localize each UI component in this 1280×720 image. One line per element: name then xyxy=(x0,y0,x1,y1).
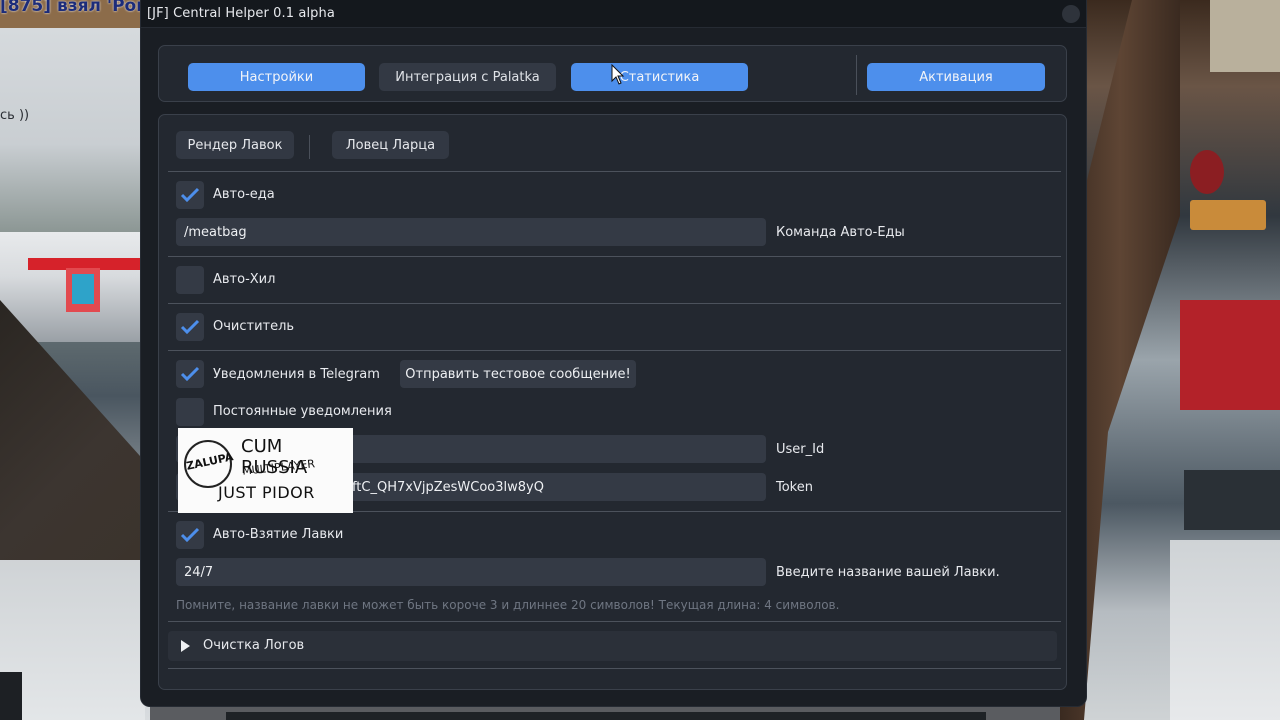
divider xyxy=(168,621,1061,622)
permanent-notifications-checkbox[interactable] xyxy=(176,398,204,426)
subtab-chest-catcher[interactable]: Ловец Ларца xyxy=(332,131,449,159)
divider xyxy=(168,668,1061,669)
cleaner-checkbox[interactable] xyxy=(176,313,204,341)
bg-right-floor xyxy=(1170,540,1280,720)
bg-right-ceiling xyxy=(1210,0,1280,72)
send-test-message-button[interactable]: Отправить тестовое сообщение! xyxy=(400,360,636,388)
helper-window: [JF] Central Helper 0.1 alpha Настройки … xyxy=(141,0,1086,706)
chat-line-top: [875] взял 'Pors xyxy=(0,0,155,16)
bg-right-shelf xyxy=(1180,300,1280,410)
token-label: Token xyxy=(776,480,813,495)
divider xyxy=(168,350,1061,351)
auto-eat-command-input[interactable]: /meatbag xyxy=(176,218,766,246)
auto-take-shop-label: Авто-Взятие Лавки xyxy=(213,527,344,542)
triangle-right-icon xyxy=(181,640,190,652)
auto-eat-checkbox[interactable] xyxy=(176,181,204,209)
bg-left-box xyxy=(0,672,22,720)
permanent-notifications-label: Постоянные уведомления xyxy=(213,404,392,419)
checkmark-icon xyxy=(180,527,200,543)
subtab-divider xyxy=(309,135,310,159)
shop-name-hint: Помните, название лавки не может быть ко… xyxy=(176,598,840,612)
auto-heal-checkbox[interactable] xyxy=(176,266,204,294)
divider xyxy=(168,171,1061,172)
checkmark-icon xyxy=(180,319,200,335)
bg-right-sign xyxy=(1190,200,1266,230)
chat-line-left: сь )) xyxy=(0,108,30,123)
settings-panel: Рендер Лавок Ловец Ларца Авто-еда /meatb… xyxy=(158,114,1067,690)
bg-right-decor xyxy=(1190,150,1224,194)
divider xyxy=(168,256,1061,257)
bg-bottom-strip xyxy=(226,712,986,720)
close-button[interactable] xyxy=(1062,5,1080,23)
mouse-cursor-icon xyxy=(611,64,625,85)
tab-activation[interactable]: Активация xyxy=(867,63,1045,91)
shop-name-input[interactable]: 24/7 xyxy=(176,558,766,586)
user-id-label: User_Id xyxy=(776,442,825,457)
title-bar[interactable]: [JF] Central Helper 0.1 alpha xyxy=(141,0,1086,28)
auto-heal-label: Авто-Хил xyxy=(213,272,276,287)
cleaner-label: Очиститель xyxy=(213,319,295,334)
subtab-shop-render[interactable]: Рендер Лавок xyxy=(176,131,294,159)
sticker-line-3: JUST PIDOR xyxy=(218,483,315,502)
tab-statistics[interactable]: Статистика xyxy=(571,63,748,91)
telegram-checkbox[interactable] xyxy=(176,360,204,388)
tab-settings[interactable]: Настройки xyxy=(188,63,365,91)
checkmark-icon xyxy=(180,366,200,382)
sticker-overlay: ZALUPA CUM RUSSIA MULTIPLAYER JUST PIDOR xyxy=(178,428,353,513)
tab-palatka-integration[interactable]: Интеграция с Palatka xyxy=(379,63,556,91)
logs-section-header[interactable]: Очистка Логов xyxy=(168,631,1057,661)
auto-eat-command-label: Команда Авто-Еды xyxy=(776,225,905,240)
logs-section-label: Очистка Логов xyxy=(203,638,305,653)
auto-eat-label: Авто-еда xyxy=(213,187,275,202)
divider xyxy=(168,303,1061,304)
checkmark-icon xyxy=(180,187,200,203)
shop-name-label: Введите название вашей Лавки. xyxy=(776,565,1000,580)
tab-divider xyxy=(856,55,857,95)
telegram-label: Уведомления в Telegram xyxy=(213,367,380,382)
window-title: [JF] Central Helper 0.1 alpha xyxy=(147,6,335,21)
bg-right-counter xyxy=(1184,470,1280,530)
auto-take-shop-checkbox[interactable] xyxy=(176,521,204,549)
bg-left-screen xyxy=(72,274,94,304)
